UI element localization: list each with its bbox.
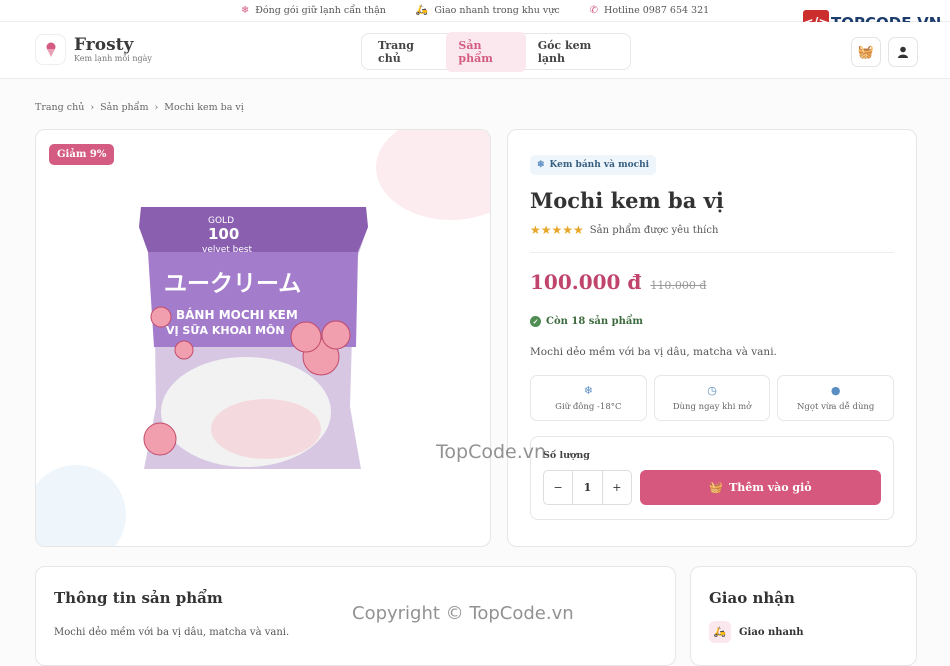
increase-button[interactable]: +: [603, 471, 631, 504]
topbar-item-packing: ❄ Đóng gói giữ lạnh cẩn thận: [241, 5, 386, 16]
watermark-copyright: Copyright © TopCode.vn: [352, 603, 574, 624]
shipping-item-fast: 🛵 Giao nhanh: [709, 621, 898, 643]
snowflake-icon: ❄: [583, 384, 593, 397]
check-circle-icon: ✓: [530, 316, 541, 327]
old-price: 110.000 đ: [650, 279, 707, 292]
price-row: 100.000 đ 110.000 đ: [530, 270, 894, 294]
current-price: 100.000 đ: [530, 270, 642, 294]
purchase-row: − 1 + 🧺 Thêm vào giỏ: [543, 470, 881, 505]
product-description: Mochi dẻo mềm với ba vị dâu, matcha và v…: [530, 346, 777, 358]
feature-ready: ◷ Dùng ngay khi mở: [653, 375, 771, 421]
rating-label: Sản phẩm được yêu thích: [589, 224, 719, 236]
brand-name: Frosty: [74, 35, 134, 55]
category-badge[interactable]: ❄ Kem bánh và mochi: [530, 155, 657, 175]
shipping-section: Giao nhận 🛵 Giao nhanh: [690, 566, 917, 666]
decrease-button[interactable]: −: [544, 471, 572, 504]
basket-icon: 🧺: [857, 44, 875, 60]
watermark-center: TopCode.vn: [436, 441, 547, 463]
chevron-right-icon: ›: [154, 102, 159, 113]
topbar-delivery-text: Giao nhanh trong khu vực: [434, 5, 560, 16]
product-info-card: ❄ Kem bánh và mochi Mochi kem ba vị ★★★★★…: [507, 129, 917, 547]
rating-row: ★★★★★ Sản phẩm được yêu thích: [530, 223, 894, 237]
shipping-section-title: Giao nhận: [709, 589, 795, 607]
pack-brand-num: 100: [208, 225, 239, 243]
feature-frozen: ❄ Giữ đông -18°C: [530, 375, 647, 421]
clock-icon: ◷: [707, 384, 717, 397]
user-icon: [898, 46, 908, 58]
add-to-cart-label: Thêm vào giỏ: [729, 481, 812, 494]
feature-frozen-text: Giữ đông -18°C: [555, 402, 622, 412]
rating-stars: ★★★★★: [530, 223, 584, 237]
brand-tagline: Kem lạnh mỗi ngày: [74, 54, 152, 63]
discount-badge: Giảm 9%: [49, 144, 115, 165]
motorbike-icon: 🛵: [415, 5, 429, 16]
breadcrumb-home[interactable]: Trang chủ: [35, 102, 84, 113]
divider: [530, 252, 894, 253]
info-section-description: Mochi dẻo mềm với ba vị dâu, matcha và v…: [54, 627, 290, 638]
breadcrumb: Trang chủ › Sản phẩm › Mochi kem ba vị: [35, 102, 244, 113]
topbar-item-hotline: ✆ Hotline 0987 654 321: [590, 5, 710, 16]
category-text: Kem bánh và mochi: [549, 160, 650, 170]
feature-sweet-text: Ngọt vừa dễ dùng: [796, 402, 875, 412]
quantity-stepper: − 1 +: [543, 470, 632, 505]
motorbike-icon: 🛵: [709, 621, 731, 643]
decor-blob-blue: [36, 465, 126, 546]
breadcrumb-products[interactable]: Sản phẩm: [100, 102, 148, 113]
cookie-icon: ●: [830, 384, 841, 397]
pack-line1: BÁNH MOCHI KEM: [176, 307, 298, 322]
cart-button[interactable]: 🧺: [851, 37, 881, 67]
product-title: Mochi kem ba vị: [530, 188, 724, 213]
product-image: GOLD 100 velvet best ユークリーム BÁNH MOCHI K…: [139, 207, 368, 469]
breadcrumb-current: Mochi kem ba vị: [164, 102, 244, 113]
basket-icon: 🧺: [709, 481, 724, 494]
account-button[interactable]: [888, 37, 918, 67]
site-header: Frosty Kem lạnh mỗi ngày Trang chủ Sản p…: [0, 22, 950, 79]
nav-products[interactable]: Sản phẩm: [446, 31, 526, 72]
snowflake-icon: ❄: [240, 5, 250, 16]
nav-home[interactable]: Trang chủ: [366, 32, 446, 72]
topbar-packing-text: Đóng gói giữ lạnh cẩn thận: [255, 5, 386, 16]
stock-status: ✓ Còn 18 sản phẩm: [530, 316, 894, 327]
shipping-item-text: Giao nhanh: [739, 626, 804, 638]
feature-list: ❄ Giữ đông -18°C ◷ Dùng ngay khi mở ● Ngọt …: [530, 375, 895, 421]
ice-cream-logo-icon: [35, 34, 66, 65]
feature-sweet: ● Ngọt vừa dễ dùng: [777, 375, 895, 421]
product-image-card: Giảm 9% GOLD 100 velvet best ユークリーム BÁNH…: [35, 129, 491, 547]
pack-brand-sub: velvet best: [202, 245, 253, 255]
snowflake-icon: ❄: [537, 160, 545, 170]
phone-icon: ✆: [589, 5, 599, 16]
topbar-hotline-text: Hotline 0987 654 321: [604, 5, 710, 16]
main-nav: Trang chủ Sản phẩm Góc kem lạnh: [361, 31, 631, 72]
brand[interactable]: Frosty Kem lạnh mỗi ngày: [35, 34, 152, 65]
pack-jp-text: ユークリーム: [164, 271, 301, 297]
pack-line2: VỊ SỮA KHOAI MÔN: [166, 324, 285, 337]
chevron-right-icon: ›: [90, 102, 95, 113]
quantity-label: Số lượng: [543, 450, 590, 461]
decor-blob-pink: [376, 130, 490, 220]
add-to-cart-button[interactable]: 🧺 Thêm vào giỏ: [640, 470, 881, 505]
quantity-value[interactable]: 1: [572, 471, 603, 504]
feature-ready-text: Dùng ngay khi mở: [672, 402, 752, 412]
topbar-item-delivery: 🛵 Giao nhanh trong khu vực: [416, 5, 560, 16]
stock-text: Còn 18 sản phẩm: [546, 316, 643, 327]
nav-ice-corner[interactable]: Góc kem lạnh: [526, 32, 626, 72]
purchase-box: Số lượng − 1 + 🧺 Thêm vào giỏ: [530, 436, 894, 520]
